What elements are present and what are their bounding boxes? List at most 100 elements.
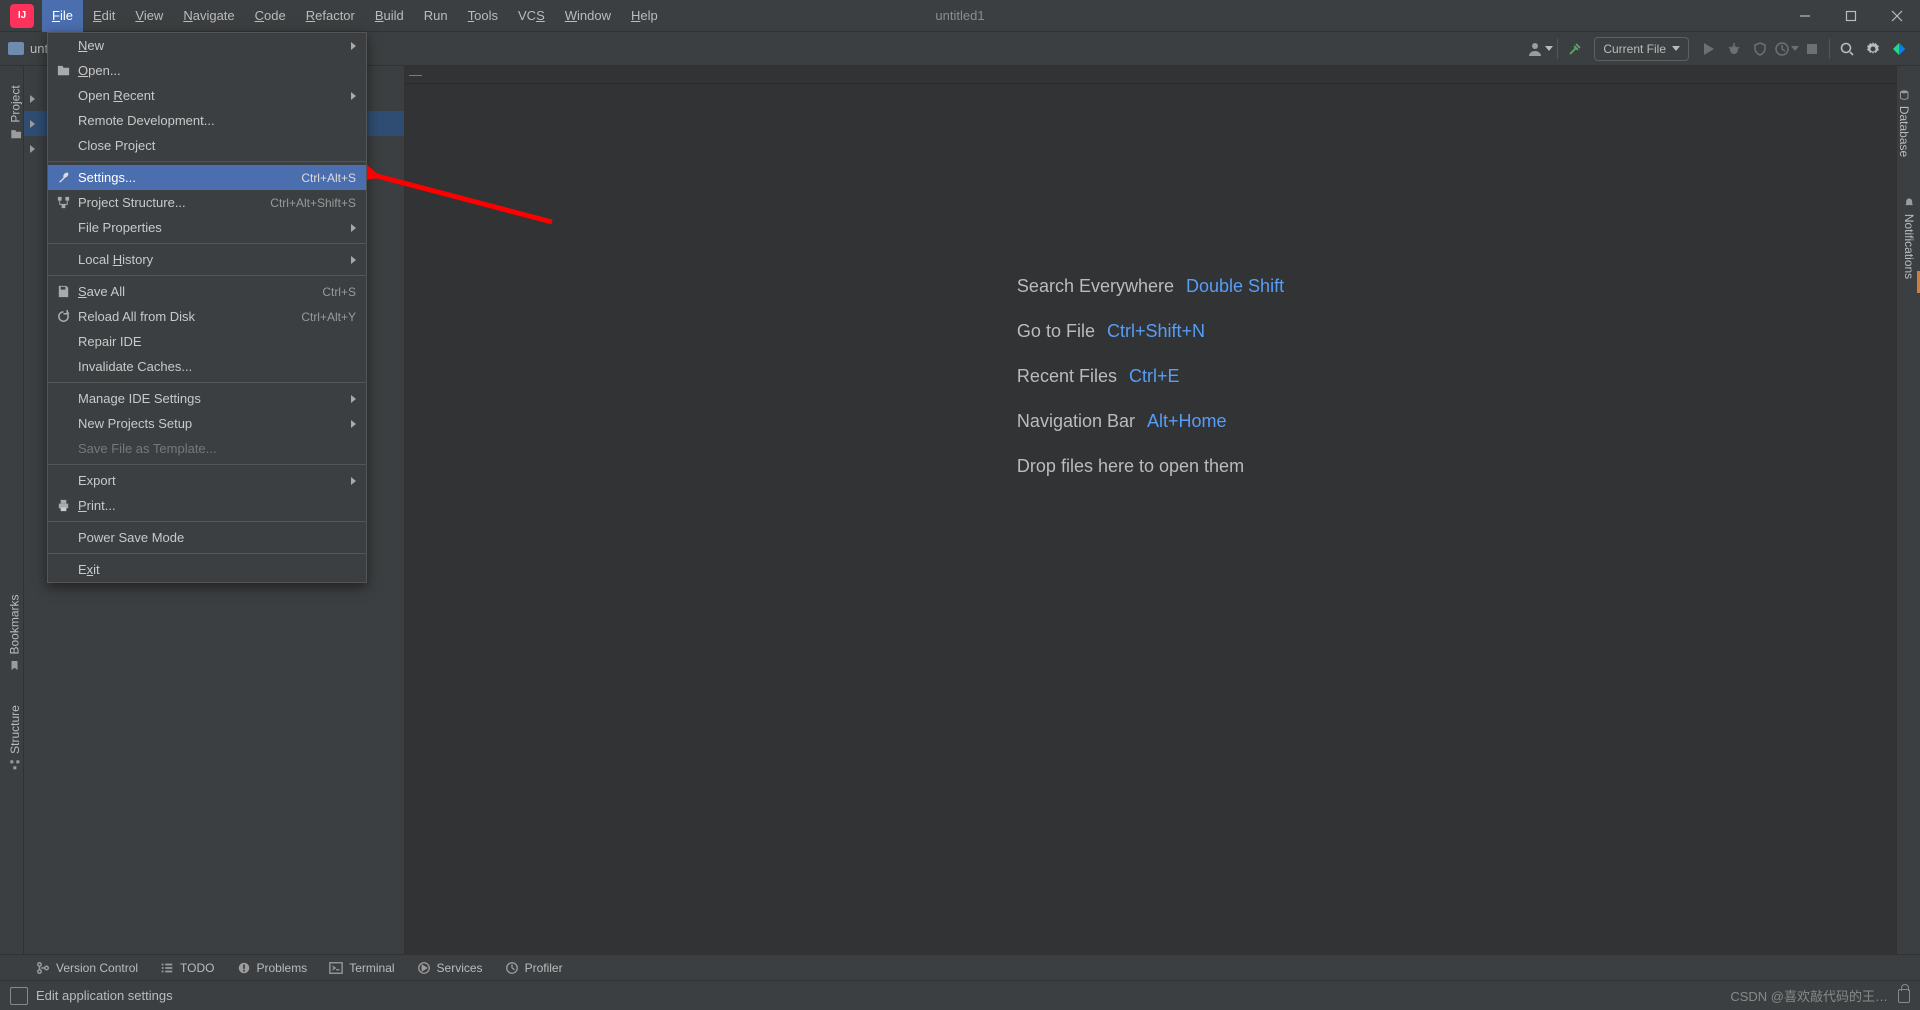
menu-edit[interactable]: Edit xyxy=(83,0,125,32)
menu-navigate[interactable]: Navigate xyxy=(173,0,244,32)
bottom-tool-bar: Version Control TODO Problems Terminal S… xyxy=(0,954,1920,980)
title-bar: File Edit View Navigate Code Refactor Bu… xyxy=(0,0,1920,32)
menu-item-save-file-as-template: Save File as Template... xyxy=(48,436,366,461)
run-configuration-selector[interactable]: Current File xyxy=(1594,37,1689,61)
menu-item-label: Remote Development... xyxy=(78,113,215,128)
menu-vcs[interactable]: VCS xyxy=(508,0,555,32)
gear-icon[interactable] xyxy=(1860,36,1886,62)
stop-button[interactable] xyxy=(1799,36,1825,62)
menu-item-settings[interactable]: Settings...Ctrl+Alt+S xyxy=(48,165,366,190)
menu-item-file-properties[interactable]: File Properties xyxy=(48,215,366,240)
shortcut-label: Ctrl+Alt+Shift+S xyxy=(270,196,356,210)
save-icon xyxy=(55,284,71,300)
blank-icon xyxy=(55,220,71,236)
menu-item-label: New Projects Setup xyxy=(78,416,192,431)
tool-todo[interactable]: TODO xyxy=(160,961,214,975)
menu-code[interactable]: Code xyxy=(245,0,296,32)
menu-item-label: Close Project xyxy=(78,138,155,153)
hint-recent-files: Recent FilesCtrl+E xyxy=(1017,366,1284,387)
print-icon xyxy=(55,498,71,514)
menu-item-repair-ide[interactable]: Repair IDE xyxy=(48,329,366,354)
submenu-arrow-icon xyxy=(351,256,356,264)
menu-file[interactable]: File xyxy=(42,0,83,32)
editor-area: — Search EverywhereDouble Shift Go to Fi… xyxy=(404,66,1896,980)
app-logo-icon xyxy=(10,4,34,28)
run-button[interactable] xyxy=(1695,36,1721,62)
profile-button[interactable] xyxy=(1773,36,1799,62)
code-with-me-icon[interactable] xyxy=(1886,36,1912,62)
blank-icon xyxy=(55,562,71,578)
menu-item-close-project[interactable]: Close Project xyxy=(48,133,366,158)
user-icon[interactable] xyxy=(1527,36,1553,62)
menu-view[interactable]: View xyxy=(125,0,173,32)
tool-services[interactable]: Services xyxy=(417,961,483,975)
menu-item-invalidate-caches[interactable]: Invalidate Caches... xyxy=(48,354,366,379)
minimize-button[interactable] xyxy=(1782,0,1828,32)
file-menu-dropdown: NewOpen... Open Recent Remote Development.… xyxy=(47,32,367,583)
menu-item-new[interactable]: New xyxy=(48,33,366,58)
hint-search-everywhere: Search EverywhereDouble Shift xyxy=(1017,276,1284,297)
menu-item-remote-development[interactable]: Remote Development... xyxy=(48,108,366,133)
menu-item-project-structure[interactable]: Project Structure...Ctrl+Alt+Shift+S xyxy=(48,190,366,215)
menu-run[interactable]: Run xyxy=(414,0,458,32)
menu-separator xyxy=(48,243,366,244)
build-hammer-icon[interactable] xyxy=(1562,36,1588,62)
tab-bookmarks[interactable]: Bookmarks xyxy=(8,594,22,671)
menu-refactor[interactable]: Refactor xyxy=(296,0,365,32)
menu-item-print[interactable]: Print... xyxy=(48,493,366,518)
menu-separator xyxy=(48,464,366,465)
menu-separator xyxy=(48,161,366,162)
blank-icon xyxy=(55,359,71,375)
menu-tools[interactable]: Tools xyxy=(458,0,508,32)
tab-database[interactable]: Database xyxy=(1897,89,1911,157)
welcome-hints: Search EverywhereDouble Shift Go to File… xyxy=(1017,276,1284,501)
tab-structure[interactable]: Structure xyxy=(8,705,22,771)
maximize-button[interactable] xyxy=(1828,0,1874,32)
submenu-arrow-icon xyxy=(351,477,356,485)
menu-item-power-save-mode[interactable]: Power Save Mode xyxy=(48,525,366,550)
blank-icon xyxy=(55,416,71,432)
blank-icon xyxy=(55,138,71,154)
menu-item-label: Open Recent xyxy=(78,88,155,103)
menu-item-label: Export xyxy=(78,473,116,488)
menu-separator xyxy=(48,382,366,383)
menu-item-reload-all-from-disk[interactable]: Reload All from DiskCtrl+Alt+Y xyxy=(48,304,366,329)
blank-icon xyxy=(55,334,71,350)
menu-item-label: File Properties xyxy=(78,220,162,235)
menu-build[interactable]: Build xyxy=(365,0,414,32)
menu-item-open-recent[interactable]: Open Recent xyxy=(48,83,366,108)
blank-icon xyxy=(55,38,71,54)
search-icon[interactable] xyxy=(1834,36,1860,62)
lock-icon[interactable] xyxy=(1898,989,1910,1003)
tool-terminal[interactable]: Terminal xyxy=(329,961,394,975)
close-button[interactable] xyxy=(1874,0,1920,32)
menu-item-export[interactable]: Export xyxy=(48,468,366,493)
menu-item-exit[interactable]: Exit xyxy=(48,557,366,582)
menu-separator xyxy=(48,553,366,554)
menu-window[interactable]: Window xyxy=(555,0,621,32)
structure-icon xyxy=(55,195,71,211)
menu-item-label: Save File as Template... xyxy=(78,441,217,456)
menu-help[interactable]: Help xyxy=(621,0,668,32)
hint-go-to-file: Go to FileCtrl+Shift+N xyxy=(1017,321,1284,342)
menu-item-manage-ide-settings[interactable]: Manage IDE Settings xyxy=(48,386,366,411)
tool-version-control[interactable]: Version Control xyxy=(36,961,138,975)
tool-window-toggle-icon[interactable] xyxy=(10,987,28,1005)
menu-item-local-history[interactable]: Local History xyxy=(48,247,366,272)
coverage-button[interactable] xyxy=(1747,36,1773,62)
tab-project[interactable]: Project xyxy=(9,85,23,140)
tab-notifications[interactable]: Notifications xyxy=(1902,197,1916,279)
tool-profiler[interactable]: Profiler xyxy=(505,961,563,975)
menu-separator xyxy=(48,521,366,522)
menu-item-save-all[interactable]: Save All Ctrl+S xyxy=(48,279,366,304)
menu-item-open[interactable]: Open... xyxy=(48,58,366,83)
menu-item-new-projects-setup[interactable]: New Projects Setup xyxy=(48,411,366,436)
menu-item-label: Save All xyxy=(78,284,125,299)
editor-tab-strip[interactable]: — xyxy=(405,66,1896,84)
folder-icon xyxy=(55,63,71,79)
shortcut-label: Ctrl+Alt+Y xyxy=(301,310,356,324)
debug-button[interactable] xyxy=(1721,36,1747,62)
tool-problems[interactable]: Problems xyxy=(237,961,308,975)
reload-icon xyxy=(55,309,71,325)
shortcut-label: Ctrl+S xyxy=(322,285,356,299)
